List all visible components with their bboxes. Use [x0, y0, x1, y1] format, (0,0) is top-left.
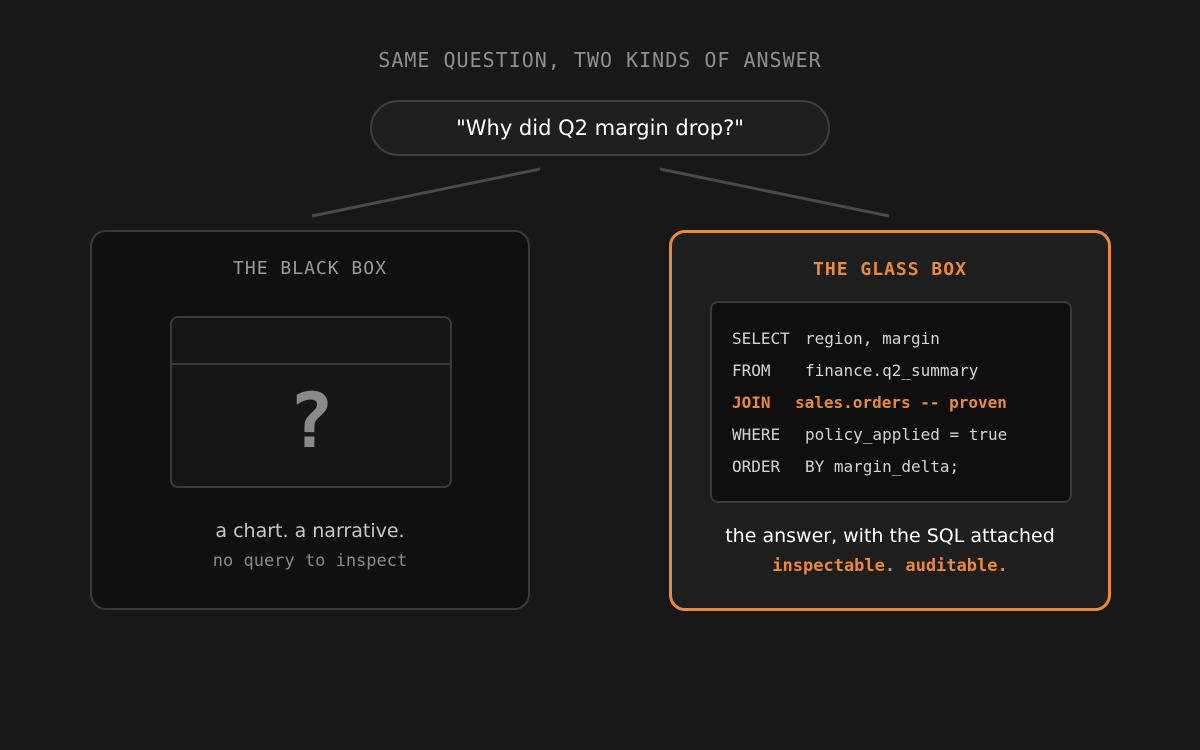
- sql-line-highlighted: JOIN sales.orders -- proven: [732, 387, 1070, 419]
- sql-code-block: SELECT region, margin FROM finance.q2_summ…: [710, 301, 1072, 503]
- black-box-subcaption: no query to inspect: [212, 551, 408, 571]
- sql-line: ORDER BY margin_delta;: [732, 451, 1070, 483]
- black-box-panel: THE BLACK BOX ? a chart. a narrative. no…: [90, 230, 530, 610]
- window-title-bar: [172, 318, 450, 365]
- sql-clause: finance.q2_summary: [805, 361, 979, 380]
- black-box-caption: a chart. a narrative.: [215, 520, 405, 542]
- sql-keyword: FROM: [732, 361, 771, 380]
- sql-keyword: SELECT: [732, 329, 790, 348]
- sql-keyword: JOIN: [732, 393, 771, 412]
- connector-to-glass-box: [659, 167, 890, 218]
- sql-keyword: ORDER: [732, 457, 781, 476]
- sql-clause: sales.orders -- proven: [795, 393, 1007, 412]
- sql-line: FROM finance.q2_summary: [732, 355, 1070, 387]
- sql-line: SELECT region, margin: [732, 323, 1070, 355]
- glass-box-title: THE GLASS BOX: [813, 259, 967, 280]
- sql-clause: policy_applied = true: [805, 425, 1008, 444]
- question-pill: "Why did Q2 margin drop?": [370, 100, 830, 156]
- sql-clause: region, margin: [805, 329, 940, 348]
- sql-clause: BY margin_delta;: [805, 457, 960, 476]
- question-text: "Why did Q2 margin drop?": [456, 116, 744, 140]
- page-title: SAME QUESTION, TWO KINDS OF ANSWER: [378, 48, 822, 72]
- opaque-window-mock: ?: [170, 316, 452, 488]
- glass-box-subcaption: inspectable. auditable.: [772, 556, 1008, 576]
- question-mark-icon: ?: [288, 376, 334, 465]
- glass-box-caption: the answer, with the SQL attached: [725, 525, 1055, 547]
- glass-box-panel: THE GLASS BOX SELECT region, margin FROM f…: [669, 230, 1111, 611]
- connector-to-black-box: [311, 167, 541, 218]
- sql-line: WHERE policy_applied = true: [732, 419, 1070, 451]
- sql-keyword: WHERE: [732, 425, 781, 444]
- black-box-title: THE BLACK BOX: [233, 258, 387, 279]
